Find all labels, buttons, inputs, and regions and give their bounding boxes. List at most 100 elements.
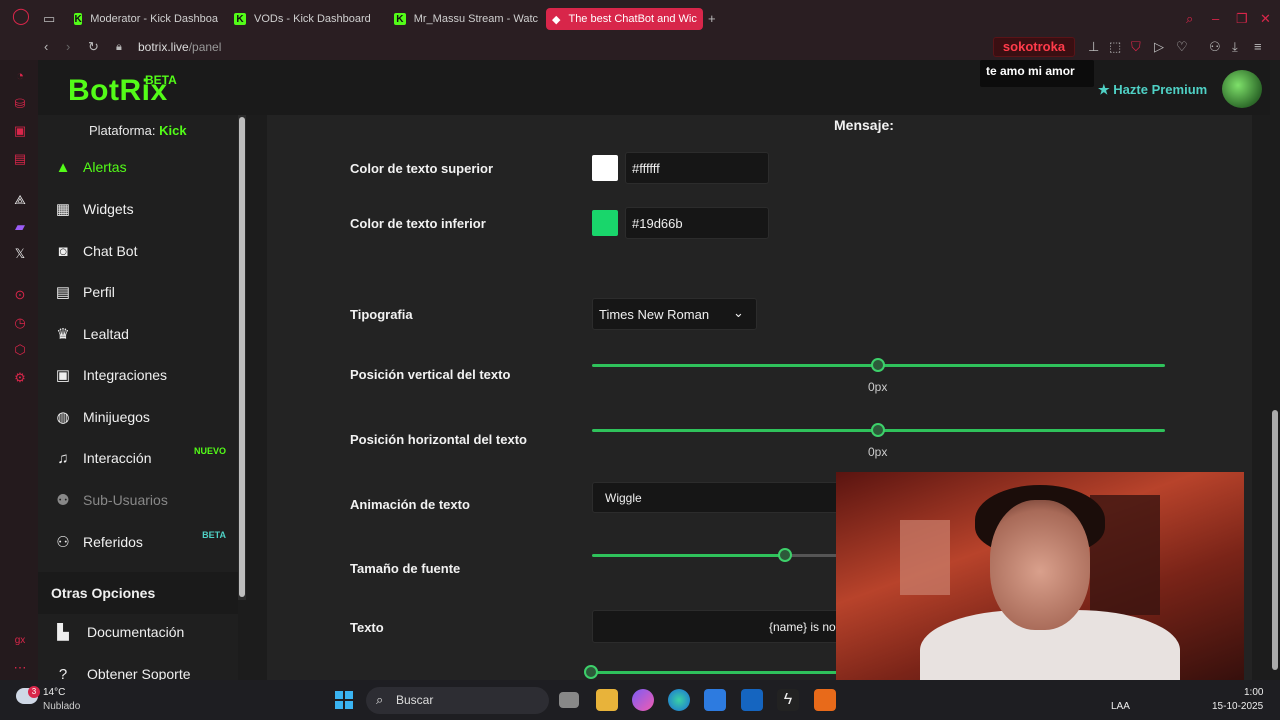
weather-text: Nublado	[43, 701, 81, 712]
copilot-icon[interactable]	[632, 689, 654, 711]
avatar[interactable]	[1222, 70, 1262, 108]
minimize-icon[interactable]: –	[1212, 12, 1219, 26]
store-icon[interactable]	[704, 689, 726, 711]
platform-indicator: Plataforma: Kick	[89, 123, 187, 138]
text-input[interactable]: {name} is no	[592, 610, 842, 643]
sidebar-item-sub-usuarios[interactable]: ⚉ Sub-Usuarios	[38, 480, 238, 520]
mail-icon[interactable]: ▤	[12, 151, 28, 167]
app-bolt-icon[interactable]: ϟ	[777, 689, 799, 711]
extensions-icon[interactable]: ⬡	[12, 342, 28, 358]
new-tab-icon[interactable]: +	[708, 12, 716, 26]
tab-vods[interactable]: K VODs - Kick Dashboard	[228, 8, 378, 30]
logo-beta-badge: BETA	[145, 73, 177, 87]
music-icon: ♫	[57, 449, 69, 467]
sidebar-item-perfil[interactable]: ▤ Perfil	[38, 272, 238, 312]
player-icon[interactable]: ⊙	[12, 287, 28, 303]
snapshot-icon[interactable]: ⬚	[1109, 40, 1121, 54]
section-title: Mensaje:	[834, 117, 894, 133]
tab-moderator[interactable]: K Moderator - Kick Dashboa	[68, 8, 218, 30]
sidebar-item-referidos[interactable]: ⚇ Referidos BETA	[38, 522, 238, 562]
menu-icon[interactable]: ≡	[1254, 40, 1262, 54]
id-card-icon: ▤	[55, 284, 71, 301]
history-icon[interactable]: ◷	[12, 315, 28, 331]
sidebar-item-chat-bot[interactable]: ◙ Chat Bot	[38, 231, 238, 271]
file-explorer-icon[interactable]	[596, 689, 618, 711]
trophy-icon: ♛	[56, 326, 70, 343]
close-icon[interactable]: ✕	[1260, 12, 1271, 26]
app-icon[interactable]: ⟁	[12, 192, 28, 208]
chevron-down-icon[interactable]: ⌄	[733, 305, 744, 321]
vpos-slider-thumb[interactable]	[871, 358, 885, 372]
account-icon[interactable]: ⚇	[1209, 40, 1221, 54]
more-icon[interactable]: ⋯	[12, 660, 28, 676]
pin-icon[interactable]: ⊥	[1088, 40, 1099, 54]
sidebar-item-documentacion[interactable]: ▙ Documentación	[38, 612, 238, 652]
app-orange-icon[interactable]	[814, 689, 836, 711]
task-view-icon[interactable]	[559, 692, 579, 708]
aria-icon[interactable]: ◔	[12, 68, 28, 84]
crypto-wallet-icon[interactable]: ⛁	[12, 96, 28, 112]
robot-icon: ◙	[58, 242, 68, 260]
forward-icon[interactable]: ›	[66, 40, 70, 54]
search-tabs-icon[interactable]: ⌕	[1186, 12, 1193, 26]
gamepad-icon: ◍	[56, 409, 70, 426]
vpos-value: 0px	[868, 380, 888, 394]
back-icon[interactable]: ‹	[44, 40, 48, 54]
hpos-slider-thumb[interactable]	[871, 423, 885, 437]
workspace-icon[interactable]: ▣	[12, 123, 28, 139]
top-color-input[interactable]: #ffffff	[625, 152, 769, 184]
x-icon[interactable]: 𝕏	[12, 246, 28, 262]
chat-username: sokotroka	[993, 37, 1075, 57]
premium-link[interactable]: ★ Hazte Premium	[1098, 82, 1207, 98]
botrix-tab-icon: ◆	[552, 13, 561, 26]
sidebar-item-widgets[interactable]: ▦ Widgets	[38, 189, 238, 229]
kick-icon: K	[74, 13, 83, 25]
opera-logo-icon[interactable]: ◯	[12, 9, 30, 25]
sidebar-item-integraciones[interactable]: ▣ Integraciones	[38, 355, 238, 395]
windows-start-icon[interactable]	[334, 690, 354, 710]
bottom-color-input[interactable]: #19d66b	[625, 207, 769, 239]
font-size-slider-fill[interactable]	[592, 554, 787, 557]
anim-label: Animación de texto	[350, 497, 470, 512]
sidebar-item-interaccion[interactable]: ♫ Interacción NUEVO	[38, 438, 238, 478]
tab-overview-icon[interactable]: ▭	[43, 12, 55, 26]
chat-icon: ▣	[55, 367, 71, 384]
language-indicator[interactable]: LAA	[1111, 701, 1130, 712]
top-color-swatch[interactable]	[592, 155, 618, 181]
chat-message: te amo mi amor	[980, 60, 1094, 87]
text-label: Texto	[350, 620, 384, 635]
outlook-icon[interactable]	[741, 689, 763, 711]
animation-select[interactable]: Wiggle	[592, 482, 842, 513]
bottom-color-swatch[interactable]	[592, 210, 618, 236]
hpos-value: 0px	[868, 445, 888, 459]
grid-icon: ▦	[55, 201, 71, 218]
page-scroll-thumb[interactable]	[1272, 410, 1278, 670]
url-field[interactable]: botrix.live/panel	[138, 40, 221, 54]
sidebar-scroll-thumb[interactable]	[239, 117, 245, 597]
reload-icon[interactable]: ↻	[88, 40, 99, 54]
clock-date[interactable]: 15-10-2025	[1212, 701, 1263, 712]
twitch-icon[interactable]: ▰	[12, 219, 28, 235]
warning-icon: ▲	[55, 158, 71, 176]
user-group-icon: ⚇	[56, 534, 70, 551]
sidebar-item-minijuegos[interactable]: ◍ Minijuegos	[38, 397, 238, 437]
tab-botrix[interactable]: ◆ The best ChatBot and Wic	[546, 8, 703, 30]
extra-slider-track[interactable]	[592, 671, 842, 674]
extra-slider-thumb[interactable]	[584, 665, 598, 679]
download-icon[interactable]: ⤓	[1232, 40, 1238, 54]
gx-icon[interactable]: gx	[12, 633, 28, 649]
settings-icon[interactable]: ⚙	[12, 370, 28, 386]
font-size-slider-thumb[interactable]	[778, 548, 792, 562]
play-icon[interactable]: ▷	[1154, 40, 1164, 54]
taskbar-search[interactable]: Buscar	[366, 687, 549, 714]
kick-icon: K	[394, 13, 406, 25]
tab-stream[interactable]: K Mr_Massu Stream - Watc	[388, 8, 538, 30]
maximize-icon[interactable]: ❐	[1236, 12, 1248, 26]
sidebar-item-lealtad[interactable]: ♛ Lealtad	[38, 314, 238, 354]
sidebar-item-alertas[interactable]: ▲ Alertas	[38, 147, 238, 187]
clock-time[interactable]: 1:00	[1244, 687, 1263, 698]
shield-icon[interactable]: ⛉	[1131, 40, 1141, 54]
edge-icon[interactable]	[668, 689, 690, 711]
heart-icon[interactable]: ♡	[1176, 40, 1188, 54]
beta-badge: BETA	[202, 530, 226, 540]
